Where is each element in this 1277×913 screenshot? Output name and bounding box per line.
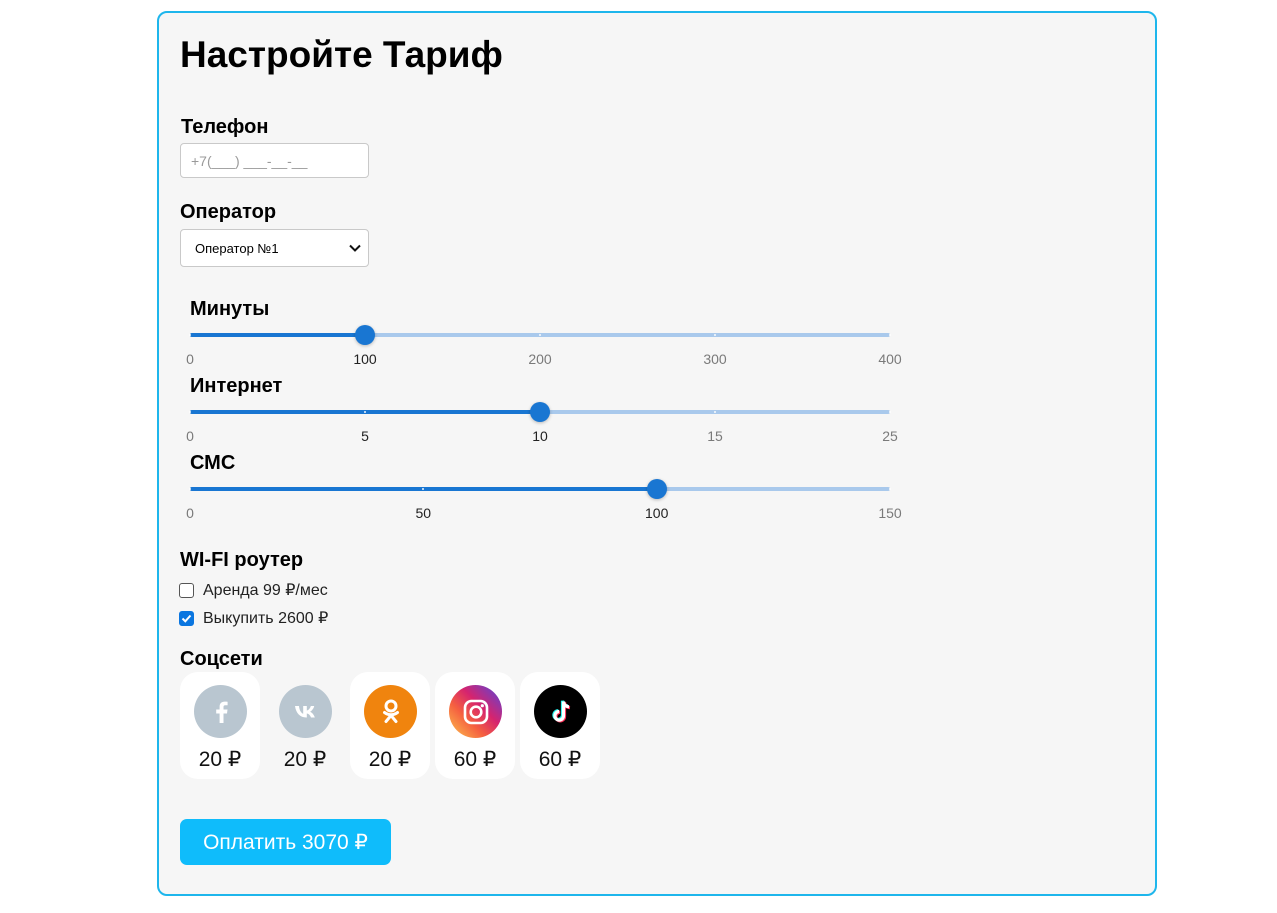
sms-label: СМС [190,452,236,474]
wifi-buy-option[interactable]: Выкупить 2600 ₽ [179,608,328,628]
minutes-mark [714,334,716,336]
sms-tick: 150 [878,505,902,521]
sms-slider[interactable]: 0 50 100 150 [186,479,902,521]
social-price: 20 ₽ [283,748,327,771]
minutes-slider-thumb[interactable] [355,325,375,345]
social-tiktok[interactable]: 60 ₽ [520,672,600,779]
tiktok-icon [534,685,587,738]
internet-mark [889,411,891,413]
minutes-mark [889,334,891,336]
minutes-tick: 100 [353,351,377,367]
facebook-icon [194,685,247,738]
tariff-card: Настройте Тариф Телефон Оператор Операто… [157,11,1157,896]
pay-button[interactable]: Оплатить 3070 ₽ [180,819,391,865]
chevron-down-icon [349,244,361,252]
internet-tick: 15 [707,428,723,444]
wifi-rent-label: Аренда 99 ₽/мес [203,582,328,599]
internet-mark [714,411,716,413]
internet-tick: 5 [361,428,369,444]
social-instagram[interactable]: 60 ₽ [435,672,515,779]
social-price: 60 ₽ [453,748,497,771]
minutes-tick: 300 [703,351,727,367]
sms-mark [422,488,425,490]
minutes-tick: 0 [186,351,194,367]
vk-icon [279,685,332,738]
wifi-rent-checkbox[interactable] [179,582,194,598]
minutes-tick: 400 [878,351,902,367]
social-odnoklassniki[interactable]: 20 ₽ [350,672,430,779]
odnoklassniki-icon [364,685,417,738]
internet-mark [364,411,366,413]
social-price: 20 ₽ [198,748,242,771]
minutes-slider[interactable]: 0 100 200 300 400 [186,325,902,367]
checkmark-icon [181,614,192,623]
phone-label: Телефон [181,116,269,138]
instagram-icon [449,685,502,738]
internet-slider[interactable]: 0 5 10 15 25 [186,402,898,444]
minutes-tick: 200 [528,351,552,367]
sms-mark [889,488,891,490]
sms-slider-thumb[interactable] [646,479,667,499]
wifi-buy-label: Выкупить 2600 ₽ [203,610,329,627]
internet-tick: 10 [532,428,548,444]
operator-label: Оператор [180,201,277,223]
internet-slider-thumb[interactable] [530,402,550,422]
wifi-label: WI-FI роутер [180,549,304,571]
sms-tick: 0 [186,505,194,521]
minutes-label: Минуты [190,298,270,320]
socials-label: Соцсети [180,648,263,670]
social-price: 20 ₽ [368,748,412,771]
social-facebook[interactable]: 20 ₽ [180,672,260,779]
operator-selected-value: Оператор №1 [195,241,279,256]
social-vk[interactable]: 20 ₽ [265,672,345,779]
internet-tick: 0 [186,428,194,444]
internet-label: Интернет [190,375,283,397]
minutes-mark [189,334,191,336]
page-title: Настройте Тариф [180,34,503,75]
sms-mark [189,488,191,490]
social-price: 60 ₽ [538,748,582,771]
wifi-rent-option[interactable]: Аренда 99 ₽/мес [179,580,328,600]
minutes-slider-fill [190,333,365,337]
phone-input[interactable] [180,143,369,178]
operator-select[interactable]: Оператор №1 [180,229,369,267]
minutes-mark [539,334,541,336]
sms-tick: 50 [415,505,432,521]
sms-tick: 100 [645,505,669,521]
internet-tick: 25 [882,428,898,444]
wifi-buy-checkbox[interactable] [179,610,194,626]
internet-mark [189,411,191,413]
